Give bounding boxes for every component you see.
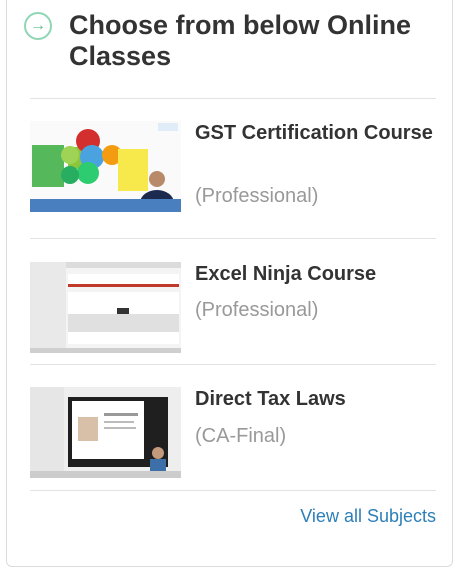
divider [30, 364, 436, 365]
direct-tax-thumbnail-image [30, 387, 181, 478]
course-thumbnail-direct-tax[interactable] [30, 387, 181, 478]
circle-arrow-right-icon: → [24, 12, 52, 40]
divider [30, 238, 436, 239]
course-category: (Professional) [195, 185, 319, 207]
widget-title: Choose from below Online Classes [69, 10, 412, 71]
course-item-excel[interactable]: Excel Ninja Course (Professional) [30, 262, 436, 362]
course-item-direct-tax[interactable]: Direct Tax Laws (CA-Final) [30, 387, 436, 487]
course-category: (CA-Final) [195, 425, 287, 447]
course-title[interactable]: Excel Ninja Course [195, 262, 435, 286]
course-title[interactable]: Direct Tax Laws [195, 387, 435, 411]
excel-thumbnail-image [30, 262, 181, 353]
divider [30, 98, 436, 99]
view-all-subjects-link[interactable]: View all Subjects [300, 506, 436, 527]
course-thumbnail-gst[interactable] [30, 121, 181, 212]
divider [30, 490, 436, 491]
course-item-gst[interactable]: GST Certification Course (Professional) [30, 121, 436, 221]
course-title[interactable]: GST Certification Course [195, 121, 435, 145]
widget-header: → Choose from below Online Classes [24, 10, 444, 90]
course-thumbnail-excel[interactable] [30, 262, 181, 353]
gst-thumbnail-image [30, 121, 181, 212]
course-category: (Professional) [195, 299, 319, 321]
